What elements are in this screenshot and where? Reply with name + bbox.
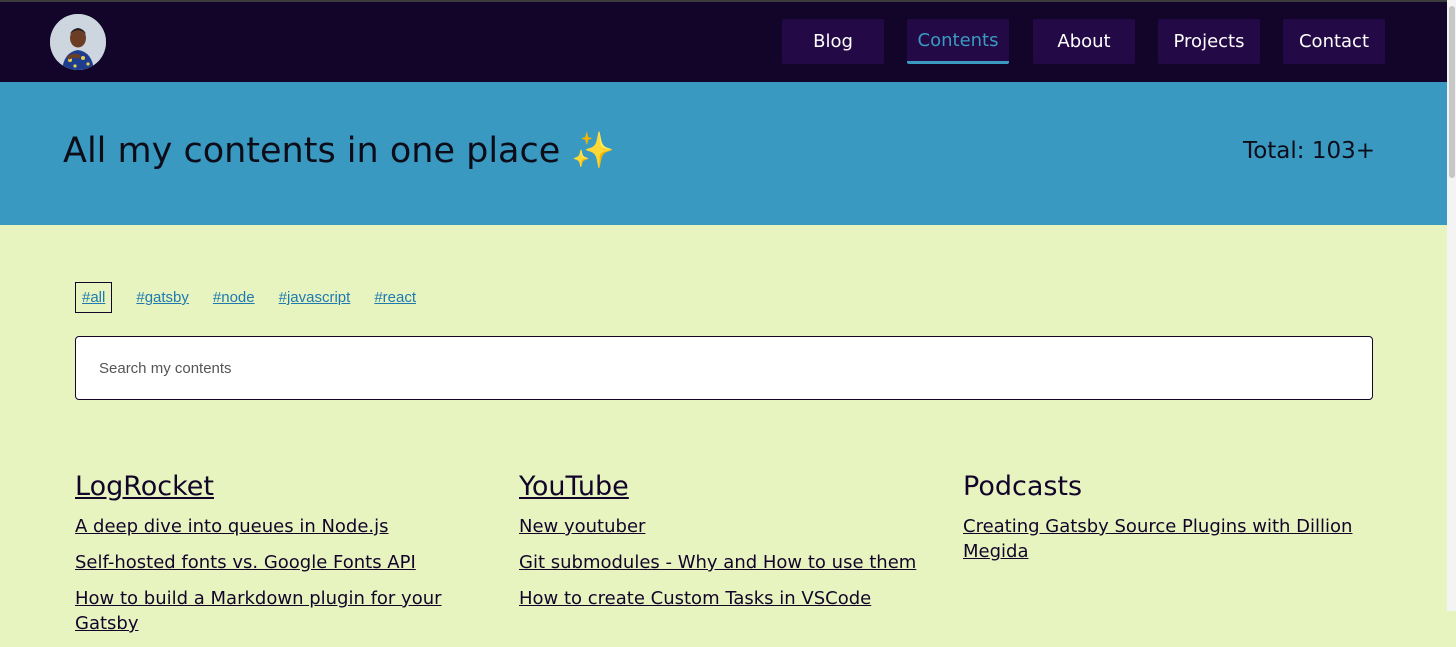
content-list: Creating Gatsby Source Plugins with Dill… (963, 514, 1383, 564)
tag-filter-bar: #all #gatsby #node #javascript #react (75, 282, 440, 313)
tag-node[interactable]: #node (213, 283, 255, 312)
search-input[interactable] (76, 337, 1372, 399)
nav-projects-button[interactable]: Projects (1158, 19, 1260, 64)
hero-banner: All my contents in one place ✨ Total: 10… (0, 82, 1447, 225)
nav-about-label: About (1057, 31, 1111, 52)
nav-contact-button[interactable]: Contact (1283, 19, 1385, 64)
nav-contact-label: Contact (1298, 31, 1370, 52)
avatar[interactable] (50, 14, 106, 70)
column-heading-link[interactable]: YouTube (519, 470, 939, 504)
nav-about-button[interactable]: About (1033, 19, 1135, 64)
page-title: All my contents in one place ✨ (63, 131, 615, 171)
content-link[interactable]: Git submodules - Why and How to use them (519, 550, 939, 575)
content-link[interactable]: How to create Custom Tasks in VSCode (519, 586, 939, 611)
content-list: A deep dive into queues in Node.js Self-… (75, 514, 495, 636)
total-count: Total: 103+ (1243, 138, 1375, 164)
nav-projects-label: Projects (1173, 31, 1245, 52)
tag-gatsby[interactable]: #gatsby (136, 283, 189, 312)
nav-contents-label: Contents (917, 29, 999, 51)
content-link[interactable]: Creating Gatsby Source Plugins with Dill… (963, 514, 1383, 564)
content-column-logrocket: LogRocket A deep dive into queues in Nod… (75, 470, 495, 647)
content-link[interactable]: A deep dive into queues in Node.js (75, 514, 495, 539)
content-list: New youtuber Git submodules - Why and Ho… (519, 514, 939, 611)
column-heading-link[interactable]: LogRocket (75, 470, 495, 504)
content-link[interactable]: How to build a Markdown plugin for your … (75, 586, 495, 636)
navbar: Blog Contents About Projects Contact (0, 2, 1447, 82)
content-column-youtube: YouTube New youtuber Git submodules - Wh… (519, 470, 939, 622)
tag-react[interactable]: #react (374, 283, 416, 312)
avatar-image (50, 14, 106, 70)
search-box (75, 336, 1373, 400)
tag-javascript[interactable]: #javascript (279, 283, 351, 312)
nav-blog-button[interactable]: Blog (782, 19, 884, 64)
nav-contents-button[interactable]: Contents (907, 19, 1009, 64)
column-heading: Podcasts (963, 471, 1083, 502)
scrollbar-thumb[interactable] (1449, 6, 1455, 178)
tag-all[interactable]: #all (75, 282, 113, 313)
content-column-podcasts: Podcasts Creating Gatsby Source Plugins … (963, 470, 1383, 575)
content-link[interactable]: New youtuber (519, 514, 939, 539)
content-link[interactable]: Self-hosted fonts vs. Google Fonts API (75, 550, 495, 575)
nav-blog-label: Blog (813, 31, 853, 52)
